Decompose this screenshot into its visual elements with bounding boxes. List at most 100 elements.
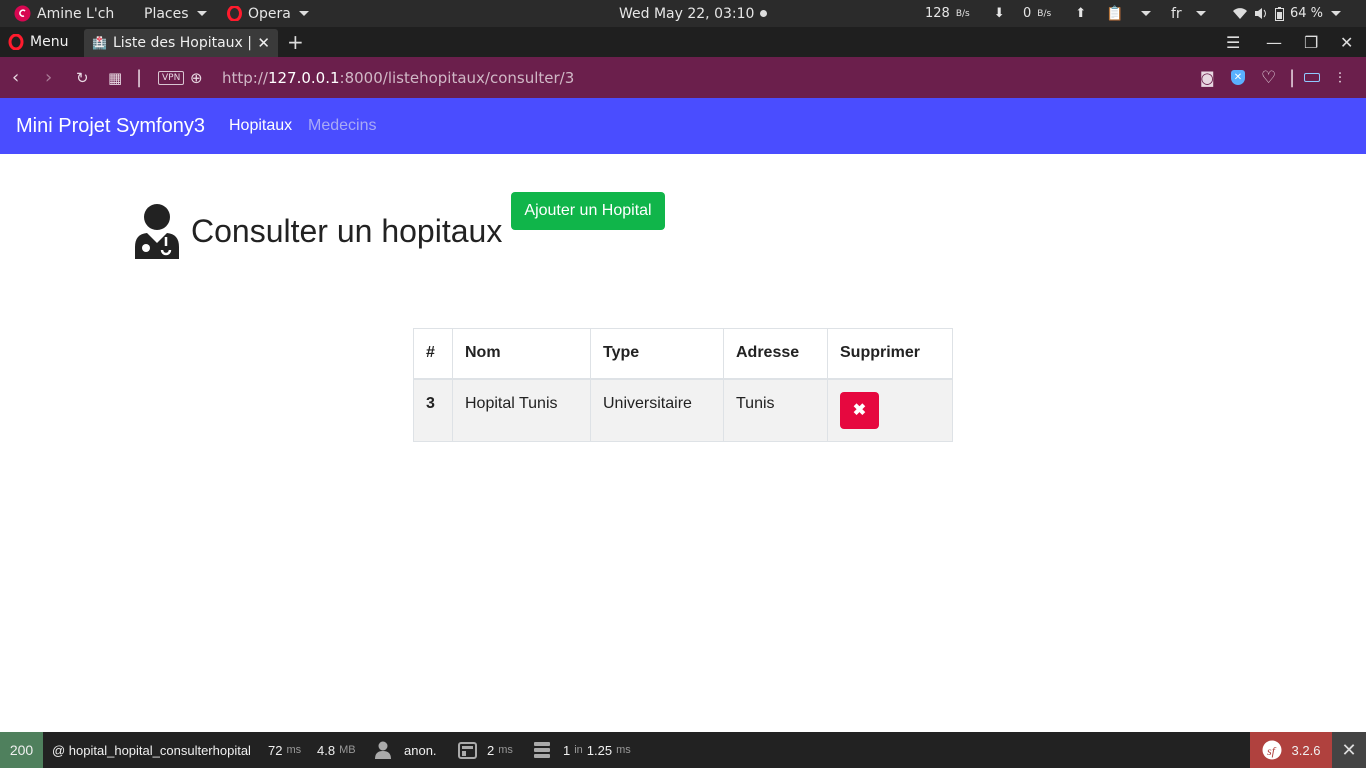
language-menu[interactable]: fr	[1171, 0, 1206, 27]
db-count: 1	[563, 742, 571, 758]
globe-icon[interactable]: ⊕	[190, 57, 203, 98]
easy-setup-icon[interactable]: ⫶	[1338, 57, 1342, 98]
debian-icon	[14, 5, 31, 22]
url-prefix: http://	[222, 68, 268, 87]
clipboard-menu[interactable]: 📋	[1106, 0, 1152, 27]
close-toolbar-icon[interactable]: ✕	[1332, 732, 1366, 768]
add-hospital-button[interactable]: Ajouter un Hopital	[511, 192, 665, 230]
col-header-adresse: Adresse	[723, 328, 828, 380]
security-panel[interactable]: anon.	[374, 732, 437, 768]
places-label: Places	[144, 5, 189, 22]
menu-label: Menu	[30, 34, 69, 50]
security-user: anon.	[404, 742, 437, 758]
adblock-icon[interactable]: ✕	[1231, 57, 1245, 98]
places-menu[interactable]: Places	[144, 0, 207, 27]
arrow-up-icon: ⬆	[1075, 6, 1087, 21]
memory-usage[interactable]: 4.8 MB	[317, 732, 356, 768]
twig-value: 2	[487, 742, 495, 758]
tab-menu-icon[interactable]: ☰	[1226, 27, 1240, 57]
version-text: 3.2.6	[1291, 742, 1321, 758]
battery-icon	[1275, 6, 1284, 21]
restore-icon[interactable]: ❐	[1304, 27, 1318, 57]
db-in: in	[574, 744, 583, 756]
chevron-down-icon	[1141, 11, 1152, 16]
url-field[interactable]: http://127.0.0.1:8000/listehopitaux/cons…	[222, 57, 574, 98]
back-icon[interactable]: ‹	[12, 57, 19, 98]
arrow-down-icon: ⬇	[993, 6, 1005, 21]
memory-unit: MB	[339, 744, 356, 756]
camera-icon[interactable]: ◙	[1200, 57, 1215, 98]
col-header-id: #	[413, 328, 453, 380]
db-time: 1.25	[586, 742, 613, 758]
col-header-type: Type	[590, 328, 724, 380]
cell-type: Universitaire	[590, 378, 724, 442]
clock-text: Wed May 22, 03:10	[619, 5, 755, 22]
opera-icon	[227, 6, 242, 21]
opera-menu-button[interactable]: Menu	[8, 27, 68, 57]
volume-icon	[1255, 8, 1266, 19]
net-down: 128 B/s ⬇	[925, 0, 1005, 27]
delete-button[interactable]: ✖	[840, 391, 879, 429]
hospital-favicon-icon: 🏥	[92, 36, 107, 50]
app-menu[interactable]: Opera	[227, 0, 309, 27]
site-navbar: Mini Projet Symfony3 Hopitaux Medecins	[0, 98, 1366, 154]
memory-value: 4.8	[317, 742, 336, 758]
reload-icon[interactable]: ↻	[76, 57, 89, 98]
template-icon	[458, 741, 477, 759]
symfony-version[interactable]: sf 3.2.6	[1250, 732, 1332, 768]
tab-grid-icon[interactable]: ▦	[108, 57, 122, 98]
heart-icon[interactable]: ♡	[1261, 57, 1276, 98]
close-window-icon[interactable]: ✕	[1340, 27, 1353, 57]
clock[interactable]: Wed May 22, 03:10	[619, 0, 768, 27]
col-header-nom: Nom	[452, 328, 591, 380]
navbar-brand[interactable]: Mini Projet Symfony3	[16, 98, 205, 154]
time-value: 72	[268, 742, 283, 758]
system-top-bar: Amine L'ch Places Opera Wed May 22, 03:1…	[0, 0, 1366, 27]
cell-adresse: Tunis	[723, 378, 828, 442]
new-tab-button[interactable]: +	[287, 27, 304, 57]
database-panel[interactable]: 1 in 1.25 ms	[533, 732, 631, 768]
time-unit: ms	[286, 744, 302, 756]
page-heading: Consulter un hopitaux	[131, 202, 502, 260]
status-menu[interactable]: 64 %	[1232, 0, 1342, 27]
vpn-label: VPN	[158, 70, 185, 85]
chevron-down-icon	[298, 11, 309, 16]
net-up: 0 B/s ⬆	[1023, 0, 1086, 27]
col-header-supprimer: Supprimer	[827, 328, 953, 380]
cell-id: 3	[413, 378, 453, 442]
database-icon	[534, 742, 550, 758]
user-menu[interactable]: Amine L'ch	[14, 0, 114, 27]
forward-icon[interactable]: ›	[45, 57, 52, 98]
twig-unit: ms	[498, 744, 513, 756]
symfony-toolbar: 200 @ hopital_hopital_consulterhopital 7…	[0, 732, 1366, 768]
request-time[interactable]: 72 ms	[268, 732, 301, 768]
table-row: 3 Hopital Tunis Universitaire Tunis ✖	[413, 378, 953, 442]
net-down-value: 128	[925, 6, 950, 21]
cell-nom: Hopital Tunis	[452, 378, 591, 442]
page-title: Consulter un hopitaux	[191, 212, 503, 249]
status-code[interactable]: 200	[0, 732, 43, 768]
hospital-table: # Nom Type Adresse Supprimer 3 Hopital T…	[413, 328, 953, 442]
close-icon: ✖	[852, 402, 867, 419]
net-down-unit: B/s	[955, 8, 970, 19]
clipboard-icon: 📋	[1106, 5, 1124, 22]
tab-hopitaux[interactable]: 🏥 Liste des Hopitaux | mini ✕	[84, 29, 278, 57]
route-name[interactable]: @ hopital_hopital_consulterhopital	[52, 732, 251, 768]
close-tab-icon[interactable]: ✕	[257, 34, 270, 52]
vpn-badge[interactable]: VPN	[158, 57, 185, 98]
user-icon	[375, 741, 391, 759]
battery-level: 64 %	[1290, 6, 1324, 21]
doctor-icon	[135, 204, 179, 259]
address-bar: ‹ › ↻ ▦ | VPN ⊕ http://127.0.0.1:8000/li…	[0, 57, 1366, 98]
chevron-down-icon	[196, 11, 207, 16]
chevron-down-icon	[1195, 11, 1206, 16]
cell-supprimer: ✖	[827, 378, 953, 442]
net-up-value: 0	[1023, 6, 1032, 21]
minimize-icon[interactable]: —	[1266, 27, 1282, 57]
separator: |	[136, 67, 143, 88]
nav-link-hopitaux[interactable]: Hopitaux	[229, 98, 292, 154]
nav-link-medecins[interactable]: Medecins	[308, 98, 376, 154]
app-label: Opera	[248, 5, 291, 22]
battery-saver-icon[interactable]	[1304, 57, 1320, 98]
twig-panel[interactable]: 2 ms	[458, 732, 513, 768]
